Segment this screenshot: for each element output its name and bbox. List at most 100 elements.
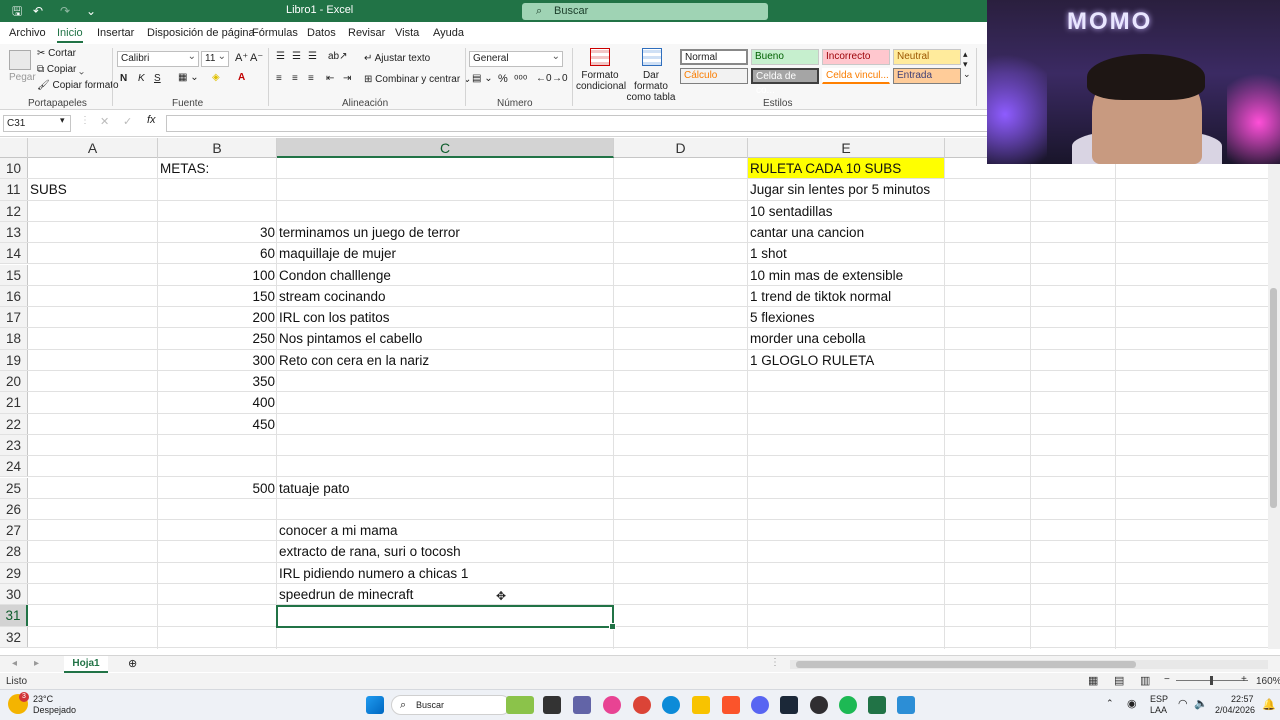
volume-icon[interactable]: 🔈 (1194, 697, 1208, 710)
wifi-icon[interactable]: ◠ (1178, 697, 1188, 710)
row-header[interactable]: 18 (0, 328, 28, 349)
cell-e[interactable] (748, 371, 944, 391)
style-bueno[interactable]: Bueno (751, 49, 819, 65)
taskbar-search[interactable]: ⌕ Buscar (391, 695, 511, 715)
cell-e[interactable]: 10 sentadillas (748, 201, 944, 221)
name-box-dropdown-icon[interactable]: ▾ (60, 115, 65, 126)
style-neutral[interactable]: Neutral (893, 49, 961, 65)
table-row[interactable]: 13 30 terminamos un juego de terror cantar … (0, 221, 1270, 244)
cell-c[interactable]: stream cocinando (279, 286, 609, 306)
add-sheet-icon[interactable]: ⊕ (128, 657, 137, 670)
table-row[interactable]: 11 SUBS Jugar sin lentes por 5 minutos (0, 179, 1270, 201)
table-row[interactable]: 21 400 (0, 392, 1270, 414)
percent-icon[interactable]: % (498, 73, 508, 85)
cell-a[interactable] (30, 328, 156, 348)
cell-a[interactable]: SUBS (30, 179, 156, 199)
cell-c[interactable]: speedrun de minecraft (279, 584, 609, 604)
cell-b[interactable] (160, 584, 275, 604)
column-header-d[interactable]: D (614, 138, 748, 158)
cell-c[interactable]: extracto de rana, suri o tocosh (279, 541, 609, 561)
format-painter-button[interactable]: 🖌 Copiar formato (37, 80, 119, 91)
windows-start-icon[interactable] (366, 696, 384, 714)
align-right-icon[interactable]: ≡ (308, 73, 314, 84)
cell-a[interactable] (30, 563, 156, 583)
conditional-format-button[interactable]: Formato condicional (576, 70, 626, 92)
table-row[interactable]: 16 150 stream cocinando 1 trend de tiktok n… (0, 285, 1270, 308)
cell-e[interactable] (748, 520, 944, 540)
cell-e[interactable]: morder una cebolla (748, 328, 944, 348)
borders-icon[interactable]: ▦ ⌄ (178, 72, 199, 83)
edge-icon[interactable] (662, 696, 680, 714)
row-header[interactable]: 25 (0, 477, 28, 498)
table-row[interactable]: 24 (0, 456, 1270, 478)
cell-e[interactable] (748, 478, 944, 498)
table-row[interactable]: 17 200 IRL con los patitos 5 flexiones (0, 307, 1270, 329)
row-header[interactable]: 32 (0, 626, 28, 647)
page-break-icon[interactable]: ▥ (1140, 674, 1150, 687)
chrome-icon[interactable] (633, 696, 651, 714)
undo-icon[interactable]: ↶ (33, 3, 43, 19)
tab-datos[interactable]: Datos (307, 27, 336, 39)
cell-a[interactable] (30, 392, 156, 412)
align-center-icon[interactable]: ≡ (292, 73, 298, 84)
spotify-icon[interactable] (839, 696, 857, 714)
row-header[interactable]: 15 (0, 264, 28, 285)
conditional-format-icon[interactable] (590, 48, 610, 66)
widgets-icon[interactable] (506, 696, 534, 714)
insert-function-icon[interactable]: fx (147, 114, 156, 126)
style-celda-comprobacion[interactable]: Celda de co... (751, 68, 819, 96)
align-bottom-icon[interactable]: ☰ (308, 51, 317, 62)
next-sheet-icon[interactable]: ▸ (34, 658, 39, 669)
table-row[interactable]: 25 500 tatuaje pato (0, 477, 1270, 499)
save-icon[interactable]: 🖫 (12, 3, 22, 19)
row-header[interactable]: 29 (0, 562, 28, 583)
cell-a[interactable] (30, 520, 156, 540)
fill-color-icon[interactable]: ◈ (212, 72, 220, 83)
cell-c[interactable] (279, 499, 609, 519)
cell-e[interactable] (748, 435, 944, 455)
app-icon[interactable] (897, 696, 915, 714)
cell-a[interactable] (30, 350, 156, 370)
cell-e[interactable]: cantar una cancion (748, 222, 944, 242)
cell-e[interactable] (748, 392, 944, 412)
style-calculo[interactable]: Cálculo (680, 68, 748, 84)
row-header[interactable]: 23 (0, 434, 28, 456)
tab-revisar[interactable]: Revisar (348, 27, 385, 39)
table-row[interactable]: 20 350 (0, 371, 1270, 393)
cell-a[interactable] (30, 307, 156, 327)
cell-b[interactable] (160, 563, 275, 583)
cell-e[interactable]: 10 min mas de extensible (748, 265, 944, 285)
cell-b[interactable]: 400 (160, 392, 275, 412)
cell-a[interactable] (30, 541, 156, 561)
cell-b[interactable] (160, 201, 275, 221)
cell-e[interactable]: RULETA CADA 10 SUBS (748, 158, 944, 179)
cell-c[interactable] (279, 392, 609, 412)
table-row[interactable]: 18 250 Nos pintamos el cabello morder una c… (0, 328, 1270, 350)
column-header-c[interactable]: C (277, 138, 614, 158)
cell-c[interactable] (279, 456, 609, 476)
column-header-e[interactable]: E (748, 138, 945, 158)
paste-button[interactable]: Pegar (9, 72, 36, 83)
cell-b[interactable]: 500 (160, 478, 275, 498)
tab-archivo[interactable]: Archivo (9, 27, 46, 39)
comma-icon[interactable]: ⁰⁰⁰ (514, 73, 527, 86)
align-top-icon[interactable]: ☰ (276, 51, 285, 62)
cell-c[interactable]: Condon challlenge (279, 265, 609, 285)
table-row[interactable]: 22 450 (0, 413, 1270, 435)
wrap-text-button[interactable]: ↵ Ajustar texto (364, 53, 430, 64)
cell-a[interactable] (30, 158, 156, 178)
cell-a[interactable] (30, 222, 156, 242)
row-header[interactable]: 20 (0, 371, 28, 392)
cell-c[interactable] (279, 179, 609, 199)
spreadsheet-grid[interactable]: 10 METAS: RULETA CADA 10 SUBS 11 SUBS Jugar s… (0, 158, 1280, 649)
file-explorer-icon[interactable] (692, 696, 710, 714)
table-row[interactable]: 26 (0, 498, 1270, 521)
cancel-icon[interactable]: ✕ (100, 115, 109, 128)
cell-b[interactable]: 100 (160, 265, 275, 285)
excel-icon[interactable] (868, 696, 886, 714)
decrease-indent-icon[interactable]: ⇤ (326, 73, 334, 84)
cell-b[interactable]: 350 (160, 371, 275, 391)
cell-a[interactable] (30, 243, 156, 263)
search-box[interactable]: ⌕ Buscar (522, 3, 768, 20)
row-header[interactable]: 12 (0, 200, 28, 221)
